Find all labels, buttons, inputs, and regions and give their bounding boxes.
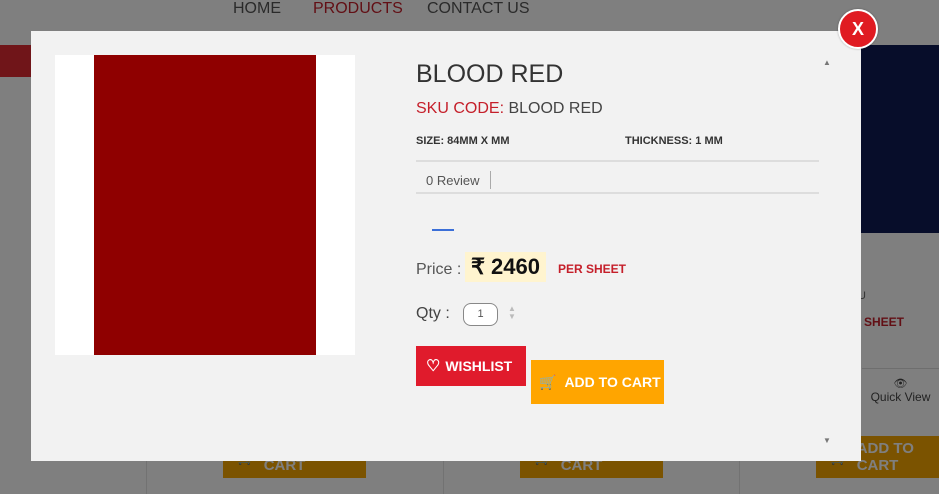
close-icon: X xyxy=(851,18,864,39)
divider xyxy=(416,160,819,162)
product-image-frame xyxy=(55,55,355,355)
wishlist-label: WISHLIST xyxy=(445,358,513,374)
modal-scrollbar[interactable]: ▲ ▼ xyxy=(819,51,835,453)
product-specs: SIZE: 84MM X MM THICKNESS: 1 MM xyxy=(416,135,819,147)
price-amount: 2460 xyxy=(491,254,540,279)
scroll-down-icon[interactable]: ▼ xyxy=(821,435,833,447)
review-count[interactable]: 0 Review xyxy=(426,173,479,188)
add-to-cart-button[interactable]: 🛒 ADD TO CART xyxy=(531,360,664,404)
tab-indicator xyxy=(432,229,454,231)
product-swatch-image xyxy=(94,55,316,355)
sku-value: BLOOD RED xyxy=(508,100,603,117)
wishlist-button[interactable]: ♡ WISHLIST xyxy=(416,346,526,386)
quantity-spinner-icon[interactable]: ▲ ▼ xyxy=(508,305,516,321)
divider xyxy=(416,192,819,194)
thickness-spec: THICKNESS: 1 MM xyxy=(625,135,723,147)
heart-icon: ♡ xyxy=(426,358,441,375)
sku-line: SKU CODE: BLOOD RED xyxy=(416,100,603,118)
review-separator xyxy=(490,171,491,189)
qty-label: Qty : xyxy=(416,305,450,322)
product-title: BLOOD RED xyxy=(416,60,564,88)
quick-view-modal: BLOOD RED SKU CODE: BLOOD RED SIZE: 84MM… xyxy=(31,31,861,461)
quantity-input[interactable]: 1 xyxy=(463,303,498,326)
price-value: ₹ 2460 xyxy=(465,252,546,282)
close-button[interactable]: X xyxy=(838,9,878,49)
size-spec: SIZE: 84MM X MM xyxy=(416,135,510,147)
scroll-up-icon[interactable]: ▲ xyxy=(821,57,833,69)
per-unit-label: PER SHEET xyxy=(558,262,627,276)
add-to-cart-label: ADD TO CART xyxy=(564,374,661,390)
cart-icon: 🛒 xyxy=(539,373,557,390)
sku-label: SKU CODE: xyxy=(416,100,505,117)
price-label: Price : xyxy=(416,261,462,278)
rupee-icon: ₹ xyxy=(471,254,485,279)
